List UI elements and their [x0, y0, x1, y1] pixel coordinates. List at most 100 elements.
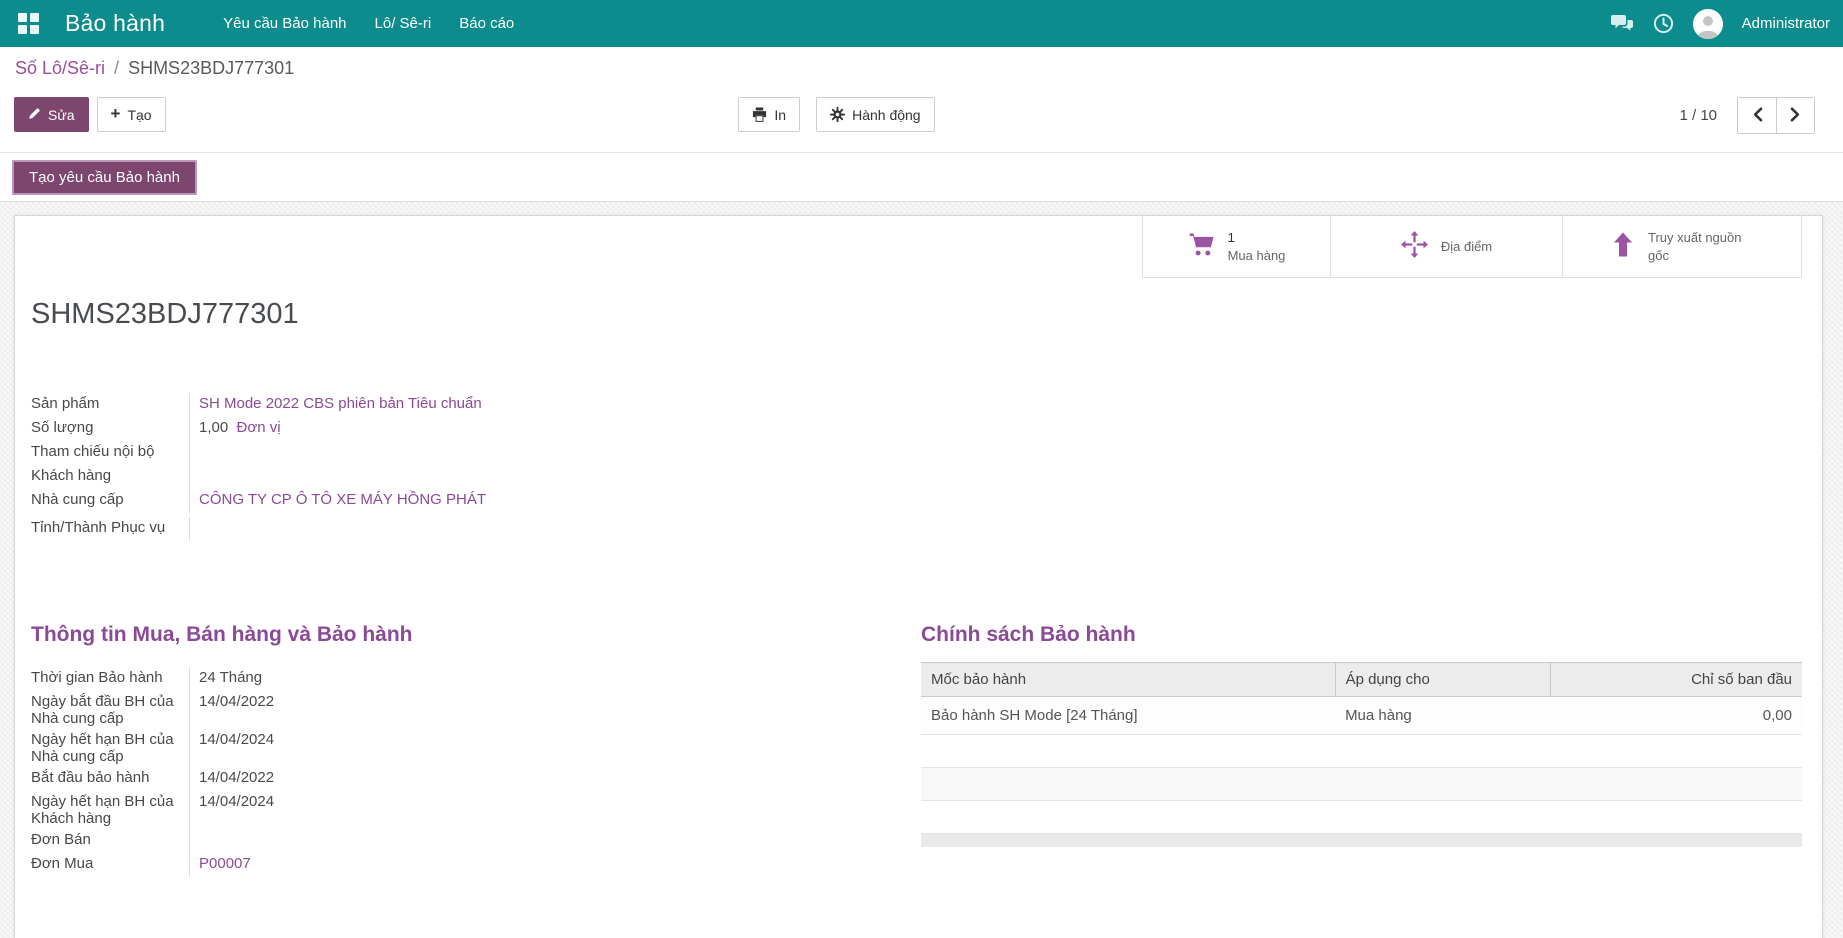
customer-warranty-end-value: 14/04/2024	[199, 793, 275, 810]
user-menu[interactable]: Administrator	[1742, 15, 1830, 32]
breadcrumb-parent-link[interactable]: Số Lô/Sê-ri	[15, 58, 105, 79]
field-label: Khách hàng	[31, 467, 112, 484]
menu-lot-serial[interactable]: Lô/ Sê-ri	[373, 11, 434, 36]
table-footer	[921, 833, 1802, 847]
column-header-milestone[interactable]: Mốc bảo hành	[921, 662, 1336, 697]
cell-milestone[interactable]: Bảo hành SH Mode [24 Tháng]	[921, 696, 1336, 735]
vendor-warranty-start-value: 14/04/2022	[199, 693, 275, 710]
warranty-app-window: Bảo hành Yêu cầu Bảo hành Lô/ Sê-ri Báo …	[0, 0, 1843, 938]
field-label: Nhà cung cấp	[31, 491, 124, 508]
table-header-row: Mốc bảo hành Áp dụng cho Chỉ số ban đầu	[921, 662, 1802, 697]
warranty-info-section: Thông tin Mua, Bán hàng và Bảo hành Thời…	[31, 623, 901, 877]
edit-button[interactable]: Sửa	[14, 97, 89, 132]
field-label: Thời gian Bảo hành	[31, 669, 163, 686]
field-label: Đơn Mua	[31, 855, 94, 872]
action-button[interactable]: Hành động	[816, 97, 935, 132]
stat-button-text: 1 Mua hàng	[1228, 229, 1286, 264]
product-link[interactable]: SH Mode 2022 CBS phiên bản Tiêu chuẩn	[199, 395, 482, 412]
empty-table-row	[921, 734, 1802, 768]
field-row-vendor-warranty-end: Ngày hết hạn BH của Nhà cung cấp 14/04/2…	[31, 729, 901, 767]
field-row-sale-order: Đơn Bán	[31, 829, 901, 853]
warranty-duration-value: 24 Tháng	[199, 669, 263, 686]
field-label: Sản phẩm	[31, 395, 100, 412]
warranty-policy-section: Chính sách Bảo hành Mốc bảo hành Áp dụng…	[921, 623, 1802, 877]
section-columns: Thông tin Mua, Bán hàng và Bảo hành Thời…	[31, 623, 1802, 877]
table-row[interactable]: Bảo hành SH Mode [24 Tháng] Mua hàng 0,0…	[921, 696, 1802, 735]
stat-button-text: Địa điểm	[1441, 238, 1492, 256]
policy-section-heading: Chính sách Bảo hành	[921, 623, 1136, 646]
avatar[interactable]	[1692, 8, 1723, 39]
field-row-internal-ref: Tham chiếu nội bộ	[31, 441, 791, 465]
field-row-customer-warranty-end: Ngày hết hạn BH của Khách hàng 14/04/202…	[31, 791, 901, 829]
field-label: Ngày hết hạn BH của Khách hàng	[31, 793, 174, 827]
gear-icon	[830, 107, 846, 122]
stat-traceability-label: Truy xuất nguồn gốc	[1648, 229, 1742, 263]
field-label: Tỉnh/Thành Phục vụ	[31, 519, 166, 536]
stat-button-text: Truy xuất nguồn gốc	[1648, 229, 1753, 264]
pager-counter: 1 / 10	[1679, 107, 1717, 124]
top-navbar: Bảo hành Yêu cầu Bảo hành Lô/ Sê-ri Báo …	[0, 0, 1843, 47]
cell-initial-index[interactable]: 0,00	[1550, 696, 1802, 735]
stat-button-location[interactable]: Địa điểm	[1330, 216, 1562, 278]
column-header-apply-to[interactable]: Áp dụng cho	[1334, 662, 1551, 697]
apps-grid-icon[interactable]	[18, 13, 39, 34]
control-center-group: In Hành động	[80, 97, 1594, 132]
action-button-label: Hành động	[852, 106, 921, 123]
menu-warranty-requests[interactable]: Yêu cầu Bảo hành	[221, 11, 348, 36]
pencil-icon	[28, 107, 41, 123]
breadcrumb: Số Lô/Sê-ri / SHMS23BDJ777301	[0, 47, 1843, 89]
field-label: Bắt đầu bảo hành	[31, 769, 150, 786]
form-background: 1 Mua hàng Địa điểm Truy xuất nguồn gốc …	[0, 202, 1843, 938]
chevron-left-icon	[1752, 107, 1763, 125]
field-row-customer: Khách hàng	[31, 465, 791, 489]
navbar-right: Administrator	[1610, 8, 1830, 39]
stat-button-traceability[interactable]: Truy xuất nguồn gốc	[1562, 216, 1802, 278]
uom-link[interactable]: Đơn vị	[237, 419, 281, 436]
create-warranty-claim-button[interactable]: Tạo yêu cầu Bảo hành	[12, 159, 197, 195]
vendor-link[interactable]: CÔNG TY CP Ô TÔ XE MÁY HỒNG PHÁT	[199, 491, 486, 508]
stat-purchases-label: Mua hàng	[1227, 247, 1286, 263]
general-field-group: Sản phẩm SH Mode 2022 CBS phiên bản Tiêu…	[31, 393, 791, 541]
empty-table-row	[921, 800, 1802, 834]
chat-icon[interactable]	[1610, 14, 1634, 34]
warranty-start-value: 14/04/2022	[199, 769, 275, 786]
column-header-initial-index[interactable]: Chỉ số ban đầu	[1550, 662, 1802, 697]
empty-table-row	[921, 767, 1802, 801]
field-row-product: Sản phẩm SH Mode 2022 CBS phiên bản Tiêu…	[31, 393, 791, 417]
printer-icon	[752, 107, 767, 122]
app-brand[interactable]: Bảo hành	[65, 10, 165, 37]
clock-icon[interactable]	[1653, 13, 1674, 34]
field-row-vendor: Nhà cung cấp CÔNG TY CP Ô TÔ XE MÁY HỒNG…	[31, 489, 791, 513]
field-label: Ngày hết hạn BH của Nhà cung cấp	[31, 731, 174, 765]
arrow-up-icon	[1611, 231, 1635, 263]
cell-apply-to[interactable]: Mua hàng	[1335, 696, 1551, 735]
breadcrumb-separator: /	[114, 57, 120, 78]
shopping-cart-icon	[1188, 232, 1215, 262]
menu-reports[interactable]: Báo cáo	[457, 11, 516, 36]
purchase-order-link[interactable]: P00007	[199, 855, 251, 872]
warranty-policy-table: Mốc bảo hành Áp dụng cho Chỉ số ban đầu …	[921, 662, 1802, 847]
quantity-value: 1,00	[199, 419, 229, 436]
pager: 1 / 10	[1679, 97, 1815, 134]
pager-previous-button[interactable]	[1738, 98, 1776, 133]
field-row-service-province: Tỉnh/Thành Phục vụ	[31, 517, 791, 541]
form-control-bar: Sửa + Tạo In Hành động 1 / 10	[0, 89, 1843, 152]
pager-buttons	[1737, 97, 1815, 134]
field-label: Ngày bắt đầu BH của Nhà cung cấp	[31, 693, 174, 727]
edit-button-label: Sửa	[48, 106, 75, 123]
stat-button-row: 1 Mua hàng Địa điểm Truy xuất nguồn gốc	[31, 216, 1802, 278]
field-row-vendor-warranty-start: Ngày bắt đầu BH của Nhà cung cấp 14/04/2…	[31, 691, 901, 729]
move-arrows-icon	[1400, 230, 1428, 263]
print-button[interactable]: In	[738, 97, 801, 132]
field-label: Đơn Bán	[31, 831, 91, 848]
warranty-section-heading: Thông tin Mua, Bán hàng và Bảo hành	[31, 623, 413, 646]
pager-next-button[interactable]	[1776, 98, 1814, 133]
field-row-purchase-order: Đơn Mua P00007	[31, 853, 901, 877]
chevron-right-icon	[1790, 107, 1801, 125]
field-row-quantity: Số lượng 1,00 Đơn vị	[31, 417, 791, 441]
record-title: SHMS23BDJ777301	[31, 298, 299, 330]
stat-button-purchases[interactable]: 1 Mua hàng	[1142, 216, 1330, 278]
stat-location-label: Địa điểm	[1440, 238, 1493, 254]
print-button-label: In	[774, 106, 787, 123]
field-row-warranty-duration: Thời gian Bảo hành 24 Tháng	[31, 667, 901, 691]
